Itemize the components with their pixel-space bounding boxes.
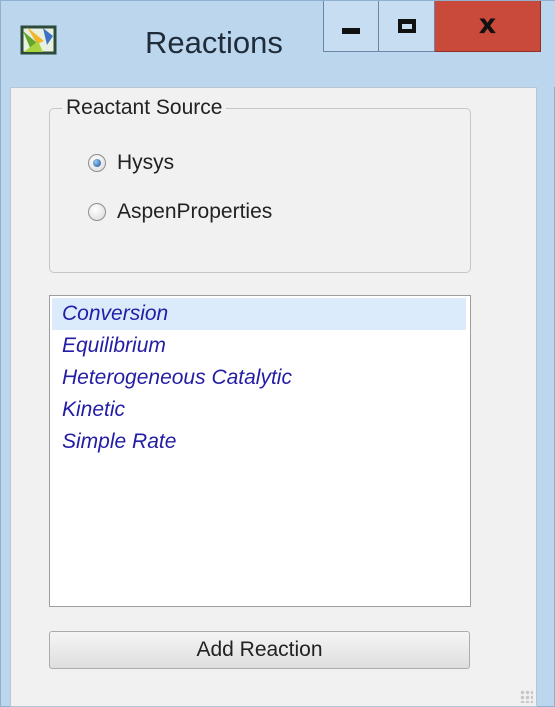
reactant-source-legend: Reactant Source bbox=[62, 94, 227, 122]
reactant-source-group: Reactant Source Hysys AspenProperties bbox=[49, 94, 471, 273]
add-reaction-button[interactable]: Add Reaction bbox=[49, 631, 470, 669]
reaction-type-list[interactable]: Conversion Equilibrium Heterogeneous Cat… bbox=[49, 295, 471, 607]
aspen-properties-radio-button[interactable] bbox=[88, 203, 106, 221]
title-bar[interactable]: Reactions x bbox=[1, 1, 555, 87]
window-title: Reactions bbox=[145, 25, 283, 60]
list-item-kinetic[interactable]: Kinetic bbox=[52, 394, 466, 426]
close-button[interactable]: x bbox=[435, 1, 541, 52]
list-item-heterogeneous-catalytic[interactable]: Heterogeneous Catalytic bbox=[52, 362, 466, 394]
close-icon: x bbox=[478, 8, 497, 40]
aspen-properties-radio-label[interactable]: AspenProperties bbox=[117, 200, 272, 224]
list-item-equilibrium[interactable]: Equilibrium bbox=[52, 330, 466, 362]
maximize-icon bbox=[397, 19, 416, 33]
minimize-button[interactable] bbox=[323, 1, 379, 52]
app-icon[interactable] bbox=[19, 21, 61, 63]
reactions-panel: Reactant Source Hysys AspenProperties Co… bbox=[10, 87, 537, 707]
hysys-radio-button[interactable] bbox=[88, 154, 106, 172]
aspen-properties-radio-option[interactable]: AspenProperties bbox=[88, 200, 272, 224]
radio-selected-dot bbox=[93, 159, 101, 167]
minimize-icon bbox=[342, 28, 360, 34]
hysys-radio-option[interactable]: Hysys bbox=[88, 151, 174, 175]
hysys-radio-label[interactable]: Hysys bbox=[117, 151, 174, 175]
resize-grip-icon[interactable] bbox=[520, 690, 533, 703]
reactions-window: Reactions x Reactant Source Hysys AspenP… bbox=[0, 0, 555, 707]
list-item-simple-rate[interactable]: Simple Rate bbox=[52, 426, 466, 458]
maximize-button[interactable] bbox=[379, 1, 435, 52]
list-item-conversion[interactable]: Conversion bbox=[52, 298, 466, 330]
